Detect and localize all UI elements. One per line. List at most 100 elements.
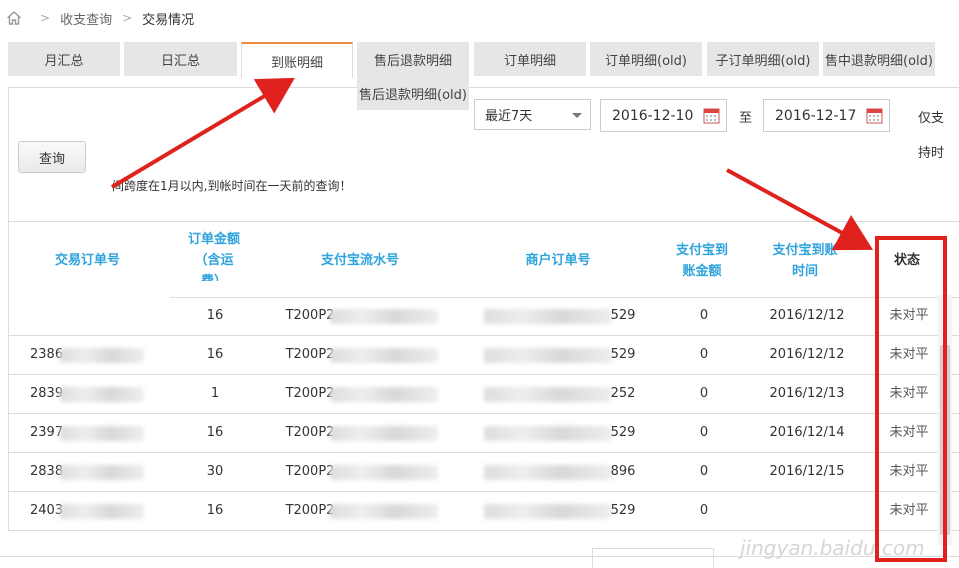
cell-status: 未对平 — [889, 464, 929, 479]
calendar-icon[interactable] — [703, 107, 720, 124]
cell-status: 未对平 — [889, 503, 929, 518]
tab-suborder-detail-old[interactable]: 子订单明细(old) — [707, 42, 819, 76]
chevron-down-icon — [572, 113, 582, 118]
cell-received-amount: 0 — [699, 308, 709, 323]
cell-trade-order: 2403 — [30, 503, 64, 518]
cell-merchant-order: 529 — [610, 425, 636, 440]
redacted-merchant-order — [484, 426, 612, 441]
header-order-amount-line1: 订单金额 — [187, 232, 240, 247]
redacted-trade-order — [60, 387, 144, 402]
cell-merchant-order: 529 — [610, 347, 636, 362]
date-range-value: 最近7天 — [485, 109, 533, 124]
cell-received-time: 2016/12/15 — [769, 464, 845, 479]
watermark: jingyan.baidu.com — [740, 536, 925, 560]
scrollbar-thumb[interactable] — [940, 345, 950, 535]
table-row[interactable]: 2838 30 T200P2 896 0 2016/12/15 未对平 — [8, 453, 959, 492]
breadcrumb: > 收支查询 > 交易情况 — [6, 8, 194, 28]
redacted-merchant-order — [484, 348, 612, 363]
cell-received-time: 2016/12/14 — [769, 425, 845, 440]
query-notice: 间跨度在1月以内,到帐时间在一天前的查询！ — [112, 179, 352, 193]
redacted-trade-order — [60, 348, 144, 363]
header-received-amount-line1: 支付宝到 — [675, 243, 728, 258]
query-button[interactable]: 查询 — [18, 141, 86, 173]
redacted-trade-order — [60, 465, 144, 480]
cell-received-amount: 0 — [699, 386, 709, 401]
start-date-input[interactable]: 2016-12-10 — [600, 99, 727, 132]
home-icon[interactable] — [6, 10, 22, 26]
header-received-time: 支付宝到账 时间 — [762, 240, 848, 282]
cell-merchant-order: 529 — [610, 503, 636, 518]
tab-monthly-summary[interactable]: 月汇总 — [8, 42, 120, 76]
header-received-time-line1: 支付宝到账 — [772, 243, 838, 258]
tab-order-detail-old[interactable]: 订单明细(old) — [590, 42, 702, 76]
end-date-input[interactable]: 2016-12-17 — [763, 99, 890, 132]
tab-order-detail[interactable]: 订单明细 — [474, 42, 586, 76]
cell-status: 未对平 — [889, 425, 929, 440]
redacted-serial — [330, 465, 438, 480]
redacted-trade-order — [60, 426, 144, 441]
cell-order-amount: 16 — [206, 347, 224, 362]
support-note-line2: 持时 — [918, 146, 945, 161]
header-received-amount: 支付宝到 账金额 — [662, 240, 742, 282]
cell-received-time: 2016/12/12 — [769, 347, 845, 362]
tab-daily-summary[interactable]: 日汇总 — [124, 42, 237, 76]
header-status: 状态 — [893, 253, 920, 268]
table-row[interactable]: 2403 16 T200P2 529 0 未对平 — [8, 492, 959, 531]
redacted-merchant-order — [484, 309, 612, 324]
table-row[interactable]: 16 T200P2 529 0 2016/12/12 未对平 — [8, 297, 959, 336]
cell-received-time: 2016/12/13 — [769, 386, 845, 401]
cell-trade-order: 2386 — [30, 347, 64, 362]
cell-order-amount: 16 — [206, 308, 224, 323]
cell-trade-order: 2838 — [30, 464, 64, 479]
cell-received-time: 2016/12/12 — [769, 308, 845, 323]
tab-bar: 月汇总 日汇总 到账明细 售后退款明细 订单明细 订单明细(old) 子订单明细… — [8, 42, 959, 78]
start-date-value: 2016-12-10 — [612, 107, 694, 124]
breadcrumb-separator-icon: > — [122, 11, 133, 25]
header-order-amount: 订单金额 （含运 费） — [178, 229, 250, 281]
end-date-value: 2016-12-17 — [775, 107, 857, 124]
cell-order-amount: 1 — [210, 386, 220, 401]
header-received-time-line2: 时间 — [791, 264, 818, 279]
breadcrumb-link-income-query[interactable]: 收支查询 — [60, 9, 112, 28]
cell-trade-order: 2839 — [30, 386, 64, 401]
cell-order-amount: 16 — [206, 503, 224, 518]
tab-aftersale-refund-detail[interactable]: 售后退款明细 — [357, 42, 469, 76]
cell-merchant-order: 252 — [610, 386, 636, 401]
redacted-merchant-order — [484, 504, 612, 519]
cell-status: 未对平 — [889, 386, 929, 401]
cell-status: 未对平 — [889, 347, 929, 362]
cell-status: 未对平 — [889, 308, 929, 323]
table-row[interactable]: 2386 16 T200P2 529 0 2016/12/12 未对平 — [8, 336, 959, 375]
redacted-serial — [330, 387, 438, 402]
redacted-serial — [330, 426, 438, 441]
table-top-border — [8, 221, 959, 222]
tab-insale-refund-detail-old[interactable]: 售中退款明细(old) — [823, 42, 935, 76]
cell-order-amount: 16 — [206, 425, 224, 440]
calendar-icon[interactable] — [866, 107, 883, 124]
header-received-amount-line2: 账金额 — [682, 264, 722, 279]
cell-trade-order: 2397 — [30, 425, 64, 440]
table-row[interactable]: 2839 1 T200P2 252 0 2016/12/13 未对平 — [8, 375, 959, 414]
cell-received-amount: 0 — [699, 464, 709, 479]
cell-received-amount: 0 — [699, 425, 709, 440]
cell-merchant-order: 896 — [610, 464, 636, 479]
header-trade-order: 交易订单号 — [54, 253, 120, 268]
tab-aftersale-refund-detail-old[interactable]: 售后退款明细(old) — [357, 76, 469, 110]
header-order-amount-line2: （含运 — [194, 253, 234, 268]
date-range-to-label: 至 — [739, 111, 753, 126]
date-range-select[interactable]: 最近7天 — [474, 99, 591, 130]
cell-received-amount: 0 — [699, 347, 709, 362]
pagination[interactable] — [592, 548, 714, 568]
header-merchant-order: 商户订单号 — [525, 253, 591, 268]
redacted-trade-order — [60, 504, 144, 519]
cell-merchant-order: 529 — [610, 308, 636, 323]
breadcrumb-current: 交易情况 — [142, 12, 195, 28]
redacted-serial — [330, 309, 438, 324]
support-note-line1: 仅支 — [918, 111, 945, 126]
redacted-serial — [330, 504, 438, 519]
redacted-merchant-order — [484, 387, 612, 402]
tab-arrival-detail[interactable]: 到账明细 — [241, 42, 353, 78]
header-alipay-serial: 支付宝流水号 — [320, 253, 399, 268]
table-row[interactable]: 2397 16 T200P2 529 0 2016/12/14 未对平 — [8, 414, 959, 453]
breadcrumb-separator-icon: > — [40, 11, 51, 25]
